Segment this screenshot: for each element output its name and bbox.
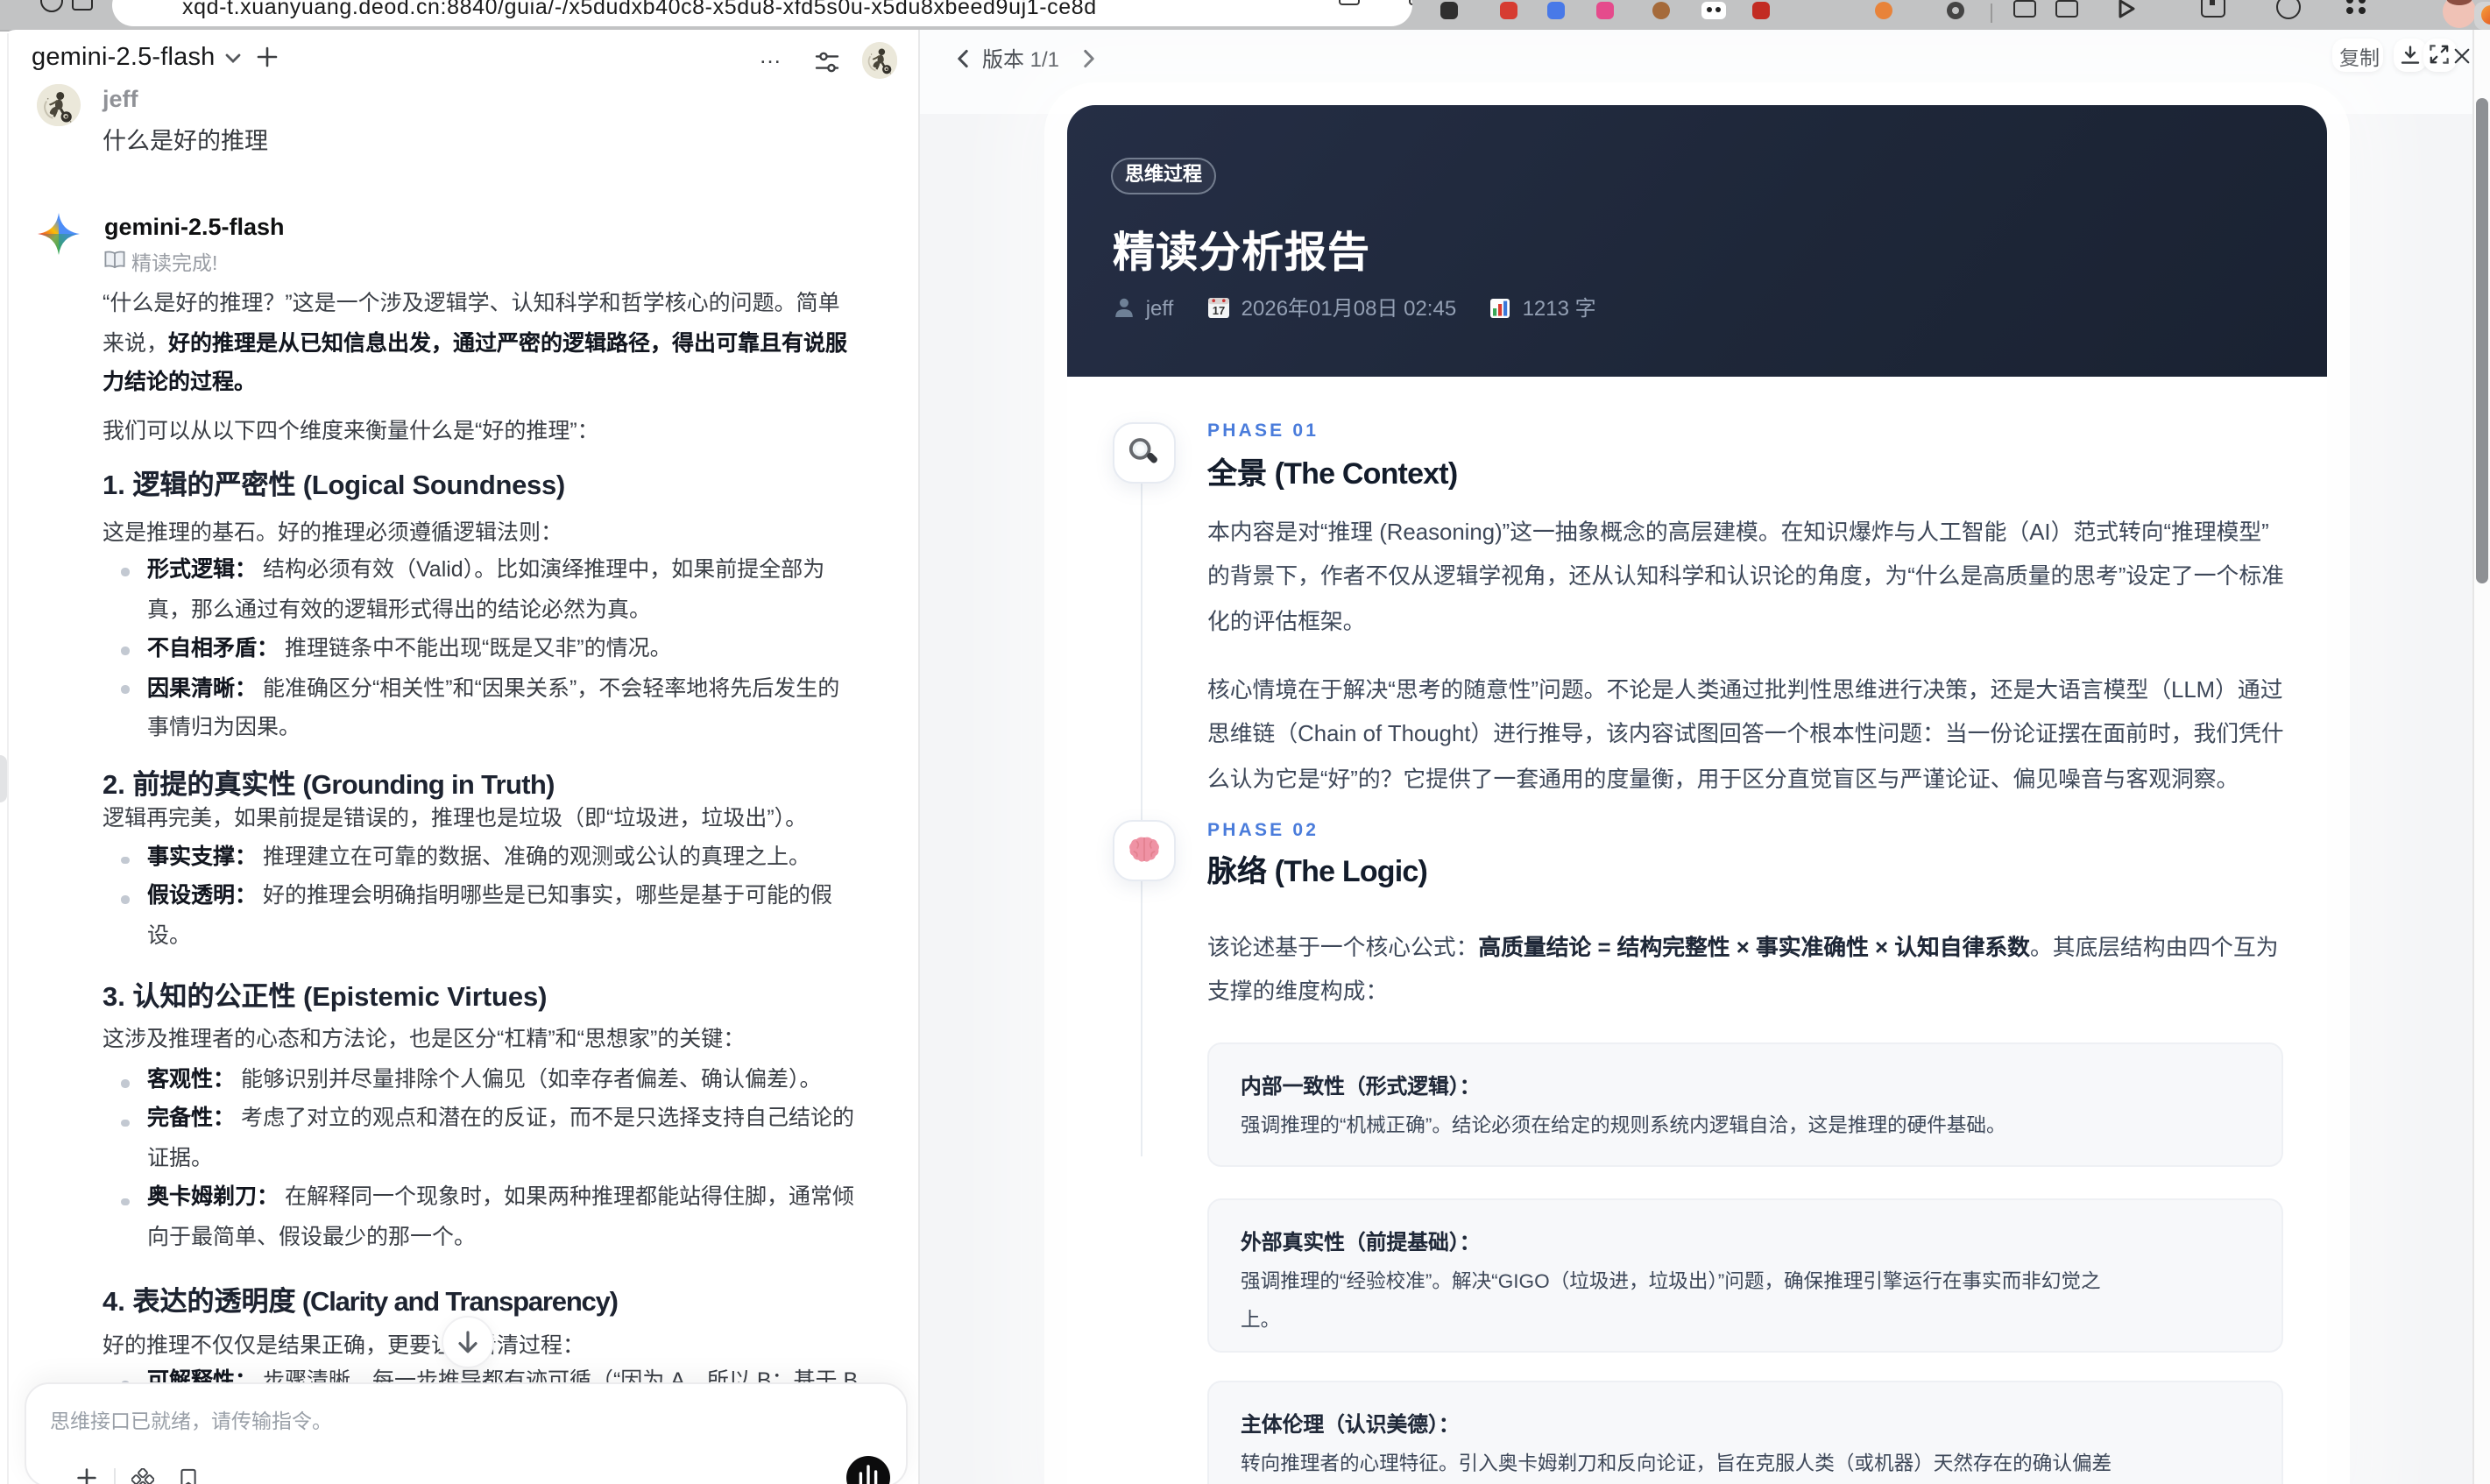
- svg-text:17: 17: [1213, 304, 1225, 317]
